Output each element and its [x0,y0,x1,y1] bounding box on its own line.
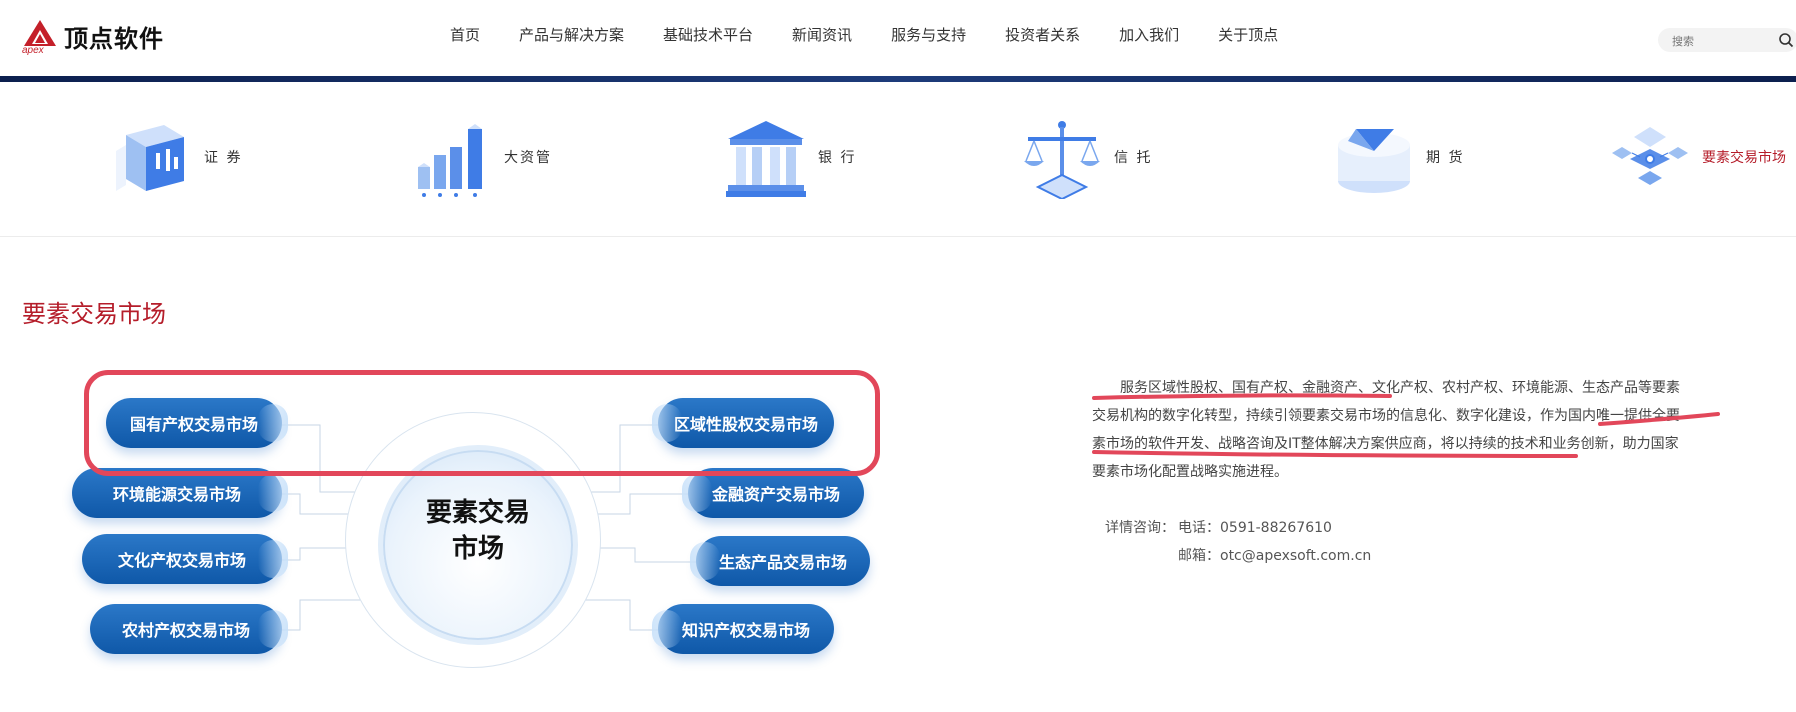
category-securities[interactable]: 证 券 [112,112,242,202]
logo[interactable]: apex 顶点软件 [22,18,164,56]
nav-item-investors[interactable]: 投资者关系 [1005,24,1080,45]
annotation-highlight-box [84,370,880,476]
category-asset-management[interactable]: 大资管 [412,112,552,202]
nav-item-platform[interactable]: 基础技术平台 [663,24,753,45]
contact-email-row: 邮箱：otc@apexsoft.com.cn [1105,542,1371,570]
site-header: apex 顶点软件 首页 产品与解决方案 基础技术平台 新闻资讯 服务与支持 投… [0,0,1796,77]
trust-scale-icon [1024,121,1100,199]
category-strip: 证 券 大资管 银 行 信 托 期 货 要素交易市场 [0,82,1796,237]
category-futures[interactable]: 期 货 [1334,112,1464,202]
contact-phone: 电话：0591-88267610 [1178,520,1332,536]
bank-building-icon [726,121,806,197]
nav-item-news[interactable]: 新闻资讯 [792,24,852,45]
contact-label: 详情咨询： [1105,520,1175,536]
apex-logo-icon: apex [22,18,58,56]
search-input[interactable] [1670,31,1774,51]
nav-item-careers[interactable]: 加入我们 [1119,24,1179,45]
main-nav: 首页 产品与解决方案 基础技术平台 新闻资讯 服务与支持 投资者关系 加入我们 … [450,24,1317,45]
center-label-line2: 市场 [451,534,504,564]
category-label: 银 行 [818,150,857,166]
category-label: 要素交易市场 [1702,150,1786,166]
logo-brand: apex [22,45,44,56]
nav-item-about[interactable]: 关于顶点 [1218,24,1278,45]
contact-phone-row: 详情咨询： 电话：0591-88267610 [1105,514,1371,542]
category-label: 期 货 [1426,150,1465,166]
node-rural-property: 农村产权交易市场 [90,604,288,654]
category-trust[interactable]: 信 托 [1022,112,1152,202]
contact-email[interactable]: 邮箱：otc@apexsoft.com.cn [1178,548,1371,564]
nav-item-service[interactable]: 服务与支持 [891,24,966,45]
node-intellectual-property: 知识产权交易市场 [652,604,834,654]
section-title: 要素交易市场 [22,300,166,328]
category-factor-market[interactable]: 要素交易市场 [1610,112,1786,202]
category-label: 证 券 [204,150,243,166]
node-cultural-property: 文化产权交易市场 [82,534,288,584]
search-icon[interactable] [1778,32,1794,48]
nav-item-home[interactable]: 首页 [450,24,480,45]
category-label: 大资管 [504,150,552,166]
asset-management-bars-icon [418,124,482,197]
nav-item-products[interactable]: 产品与解决方案 [519,24,624,45]
node-ecological-products: 生态产品交易市场 [690,536,870,586]
center-label-line1: 要素交易 [425,498,530,528]
center-label: 要素交易 市场 [388,495,568,567]
category-label: 信 托 [1114,150,1153,166]
logo-text: 顶点软件 [64,24,164,53]
futures-disc-icon [1338,129,1410,193]
search-box [1658,28,1796,52]
category-bank[interactable]: 银 行 [726,112,856,202]
factor-market-network-icon [1612,127,1688,185]
intro-paragraph: 服务区域性股权、国有产权、金融资产、文化产权、农村产权、环境能源、生态产品等要素… [1092,380,1680,480]
securities-cube-icon [116,125,184,191]
contact-info: 详情咨询： 电话：0591-88267610 邮箱：otc@apexsoft.co… [1105,514,1371,570]
